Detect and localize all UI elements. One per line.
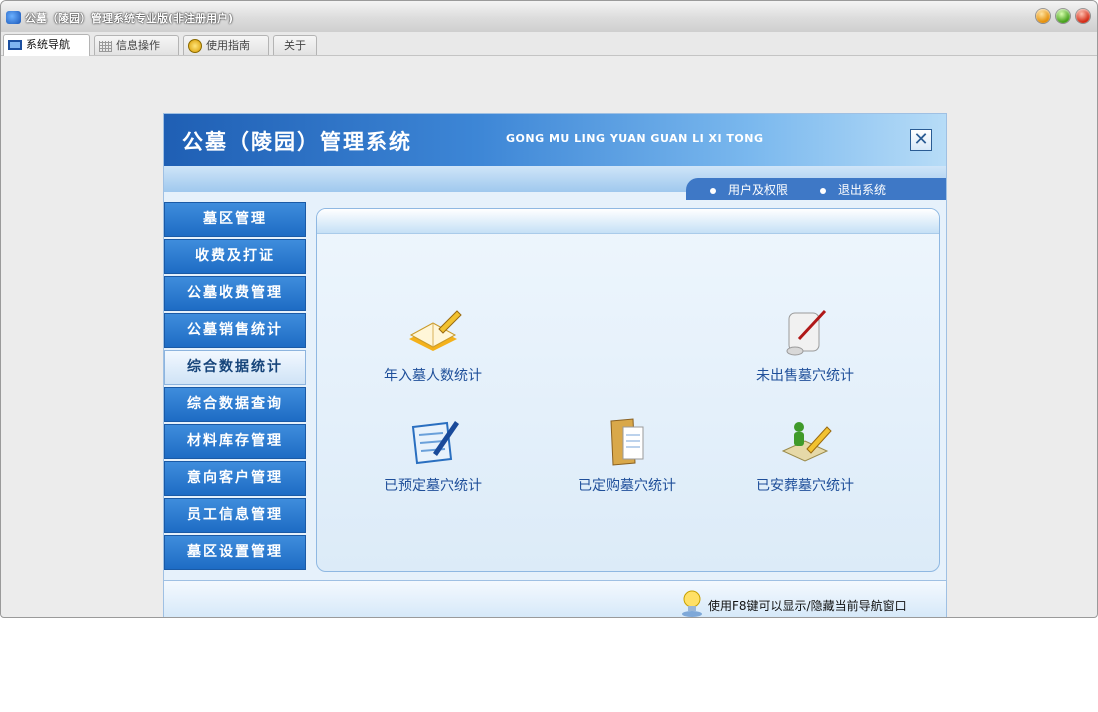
tab-user-guide[interactable]: 使用指南	[183, 35, 269, 55]
tile-reserved-graves[interactable]: 已预定墓穴统计	[363, 415, 503, 505]
exit-system-link[interactable]: 退出系统	[820, 181, 886, 198]
close-window-button[interactable]	[1076, 9, 1090, 23]
statistics-content: 年入墓人数统计 未出售墓穴统计 已预定墓穴统计 已定购墓穴统计 已安葬墓穴统计	[316, 208, 940, 572]
tile-purchased-graves[interactable]: 已定购墓穴统计	[557, 415, 697, 505]
monitor-icon	[8, 40, 22, 50]
tab-label: 使用指南	[206, 39, 250, 52]
tile-label: 未出售墓穴统计	[756, 368, 854, 384]
link-label: 用户及权限	[728, 183, 789, 197]
help-icon	[188, 39, 202, 53]
scroll-pen-icon	[786, 309, 827, 356]
users-permissions-link[interactable]: 用户及权限	[710, 181, 788, 198]
document-edit-icon	[411, 421, 459, 465]
navigation-panel: 公墓（陵园）管理系统 GONG MU LING YUAN GUAN LI XI …	[163, 113, 947, 617]
content-header	[317, 209, 939, 234]
menu-item-comprehensive-query[interactable]: 综合数据查询	[164, 387, 306, 422]
maximize-button[interactable]	[1056, 9, 1070, 23]
tile-label: 已预定墓穴统计	[384, 478, 482, 494]
status-bar: 使用F8键可以显示/隐藏当前导航窗口	[164, 580, 946, 617]
bullet-icon	[820, 187, 826, 194]
tile-annual-burials[interactable]: 年入墓人数统计	[363, 305, 503, 395]
banner-title: 公墓（陵园）管理系统	[182, 129, 412, 154]
close-panel-button[interactable]: ✕	[910, 129, 932, 151]
bullet-icon	[710, 187, 716, 194]
tile-label: 年入墓人数统计	[384, 368, 482, 384]
menu-item-area-settings[interactable]: 墓区设置管理	[164, 535, 306, 570]
tab-about[interactable]: 关于	[273, 35, 317, 55]
menu-item-cemetery-area[interactable]: 墓区管理	[164, 202, 306, 237]
minimize-button[interactable]	[1036, 9, 1050, 23]
title-bar[interactable]: 公墓（陵园）管理系统专业版(非注册用户)	[1, 1, 1097, 33]
link-label: 退出系统	[838, 183, 887, 197]
banner-subtitle: GONG MU LING YUAN GUAN LI XI TONG	[506, 132, 764, 145]
menu-item-prospective-clients[interactable]: 意向客户管理	[164, 461, 306, 496]
tab-bar: 系统导航 信息操作 使用指南 关于	[1, 32, 1097, 56]
menu-item-inventory[interactable]: 材料库存管理	[164, 424, 306, 459]
menu-item-charge-certificate[interactable]: 收费及打证	[164, 239, 306, 274]
menu-item-employee-info[interactable]: 员工信息管理	[164, 498, 306, 533]
notebook-pencil-icon	[409, 310, 462, 351]
tile-buried-graves[interactable]: 已安葬墓穴统计	[735, 415, 875, 505]
side-menu: 墓区管理 收费及打证 公墓收费管理 公墓销售统计 综合数据统计 综合数据查询 材…	[164, 202, 306, 572]
menu-item-fee-management[interactable]: 公墓收费管理	[164, 276, 306, 311]
tab-system-navigation[interactable]: 系统导航	[3, 34, 90, 56]
grid-icon	[99, 40, 112, 52]
app-window: 公墓（陵园）管理系统专业版(非注册用户) 系统导航 信息操作 使用指南 关于 公…	[0, 0, 1098, 618]
folder-document-icon	[610, 418, 644, 466]
banner: 公墓（陵园）管理系统 GONG MU LING YUAN GUAN LI XI …	[164, 114, 946, 166]
top-link-bar: 用户及权限 退出系统	[686, 178, 946, 200]
lightbulb-icon	[682, 590, 702, 617]
menu-item-comprehensive-statistics[interactable]: 综合数据统计	[164, 350, 306, 385]
window-title: 公墓（陵园）管理系统专业版(非注册用户)	[25, 12, 234, 25]
tile-label: 已定购墓穴统计	[578, 478, 676, 494]
app-logo-icon	[6, 11, 21, 24]
tile-unsold-graves[interactable]: 未出售墓穴统计	[735, 305, 875, 395]
menu-item-sales-statistics[interactable]: 公墓销售统计	[164, 313, 306, 348]
tab-label: 信息操作	[116, 39, 160, 52]
tile-label: 已安葬墓穴统计	[756, 478, 854, 494]
tab-label: 系统导航	[26, 38, 70, 51]
tab-info-operation[interactable]: 信息操作	[94, 35, 179, 55]
person-notebook-icon	[781, 422, 832, 462]
f8-tip-text: 使用F8键可以显示/隐藏当前导航窗口	[708, 599, 907, 613]
tab-label: 关于	[284, 39, 306, 52]
